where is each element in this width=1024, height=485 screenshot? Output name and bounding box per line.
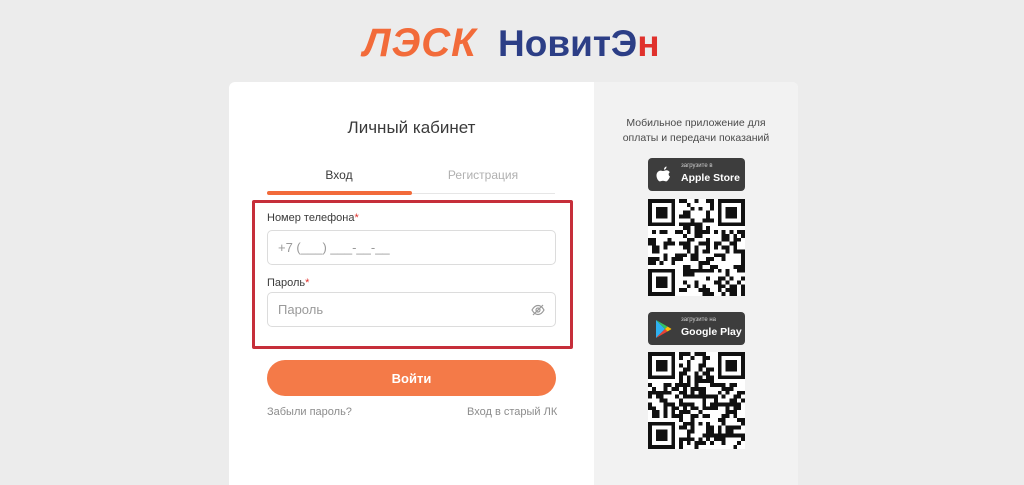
auth-tabs: Вход Регистрация [267,166,555,195]
eye-off-icon[interactable] [531,304,545,316]
active-tab-indicator [267,191,412,195]
apple-qr-code [648,199,745,296]
tab-registration[interactable]: Регистрация [411,166,555,184]
google-play-icon [656,320,672,338]
page-title: Личный кабинет [347,118,476,137]
header-logos: ЛЭСК НовитЭн [0,18,1024,68]
phone-input[interactable] [267,230,556,265]
apple-store-button[interactable]: загрузите в Apple Store [648,158,745,191]
promo-line-1: Мобильное приложение для [626,117,766,129]
google-play-qr-code [648,352,745,449]
google-play-small-text: загрузите на [681,317,716,323]
lesk-logo: ЛЭСК [363,21,477,65]
apple-icon [656,166,670,182]
mobile-app-panel: Мобильное приложение для оплаты и передач… [594,82,798,485]
novit-logo-main: НовитЭ [498,23,638,64]
forgot-password-link[interactable]: Забыли пароль? [267,406,352,418]
password-label: Пароль* [267,277,309,289]
novitenergo-logo: НовитЭн [498,22,660,66]
login-button[interactable]: Войти [267,360,556,396]
password-input[interactable] [267,292,556,327]
tab-login[interactable]: Вход [267,166,411,184]
password-label-text: Пароль [267,277,306,289]
phone-label-text: Номер телефона [267,212,355,224]
google-play-label: Google Play [681,326,742,338]
promo-line-2: оплаты и передачи показаний [622,132,770,144]
apple-store-label: Apple Store [681,172,740,184]
required-mark: * [305,277,310,289]
phone-label: Номер телефона* [267,212,359,224]
google-play-button[interactable]: загрузите на Google Play [648,312,745,345]
login-card: Личный кабинет Вход Регистрация Номер те… [229,82,798,485]
old-cabinet-link[interactable]: Вход в старый ЛК [467,406,557,418]
required-mark: * [354,212,359,224]
apple-store-small-text: загрузите в [681,163,713,169]
novit-logo-tail: н [637,23,660,64]
mobile-app-promo: Мобильное приложение для оплаты и передач… [594,116,798,146]
